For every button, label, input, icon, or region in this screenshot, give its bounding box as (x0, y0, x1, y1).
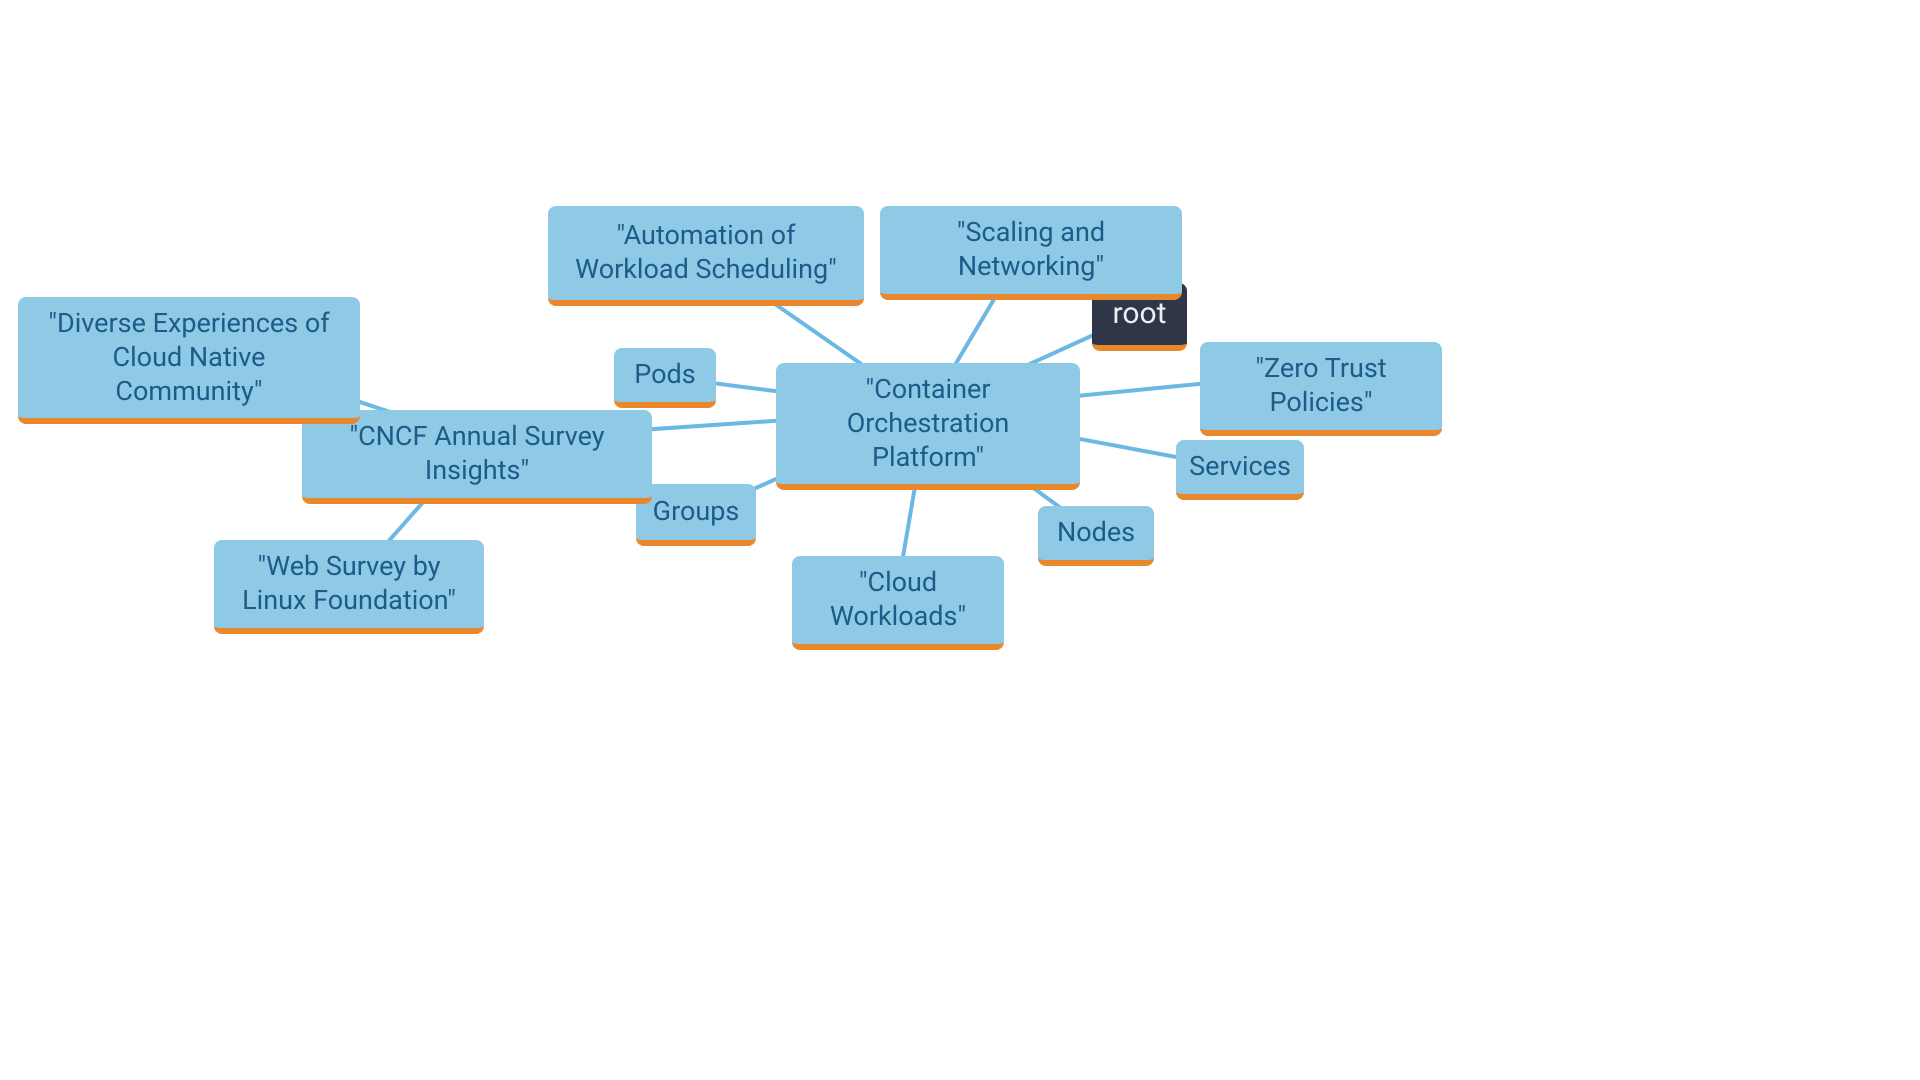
node-groups[interactable]: Groups (636, 484, 756, 546)
mindmap-canvas: { "nodes": { "root": { "label": "root", … (0, 0, 1920, 1080)
node-pods[interactable]: Pods (614, 348, 716, 408)
node-container-orchestration-platform[interactable]: "Container Orchestration Platform" (776, 363, 1080, 490)
node-nodes[interactable]: Nodes (1038, 506, 1154, 566)
node-cloud-workloads[interactable]: "Cloud Workloads" (792, 556, 1004, 650)
node-automation-of-workload-scheduling[interactable]: "Automation of Workload Scheduling" (548, 206, 864, 306)
node-scaling-and-networking[interactable]: "Scaling and Networking" (880, 206, 1182, 300)
node-services[interactable]: Services (1176, 440, 1304, 500)
node-zero-trust-policies[interactable]: "Zero Trust Policies" (1200, 342, 1442, 436)
node-diverse-experiences-cloud-native-community[interactable]: "Diverse Experiences of Cloud Native Com… (18, 297, 360, 424)
node-cncf-annual-survey-insights[interactable]: "CNCF Annual Survey Insights" (302, 410, 652, 504)
node-web-survey-by-linux-foundation[interactable]: "Web Survey by Linux Foundation" (214, 540, 484, 634)
